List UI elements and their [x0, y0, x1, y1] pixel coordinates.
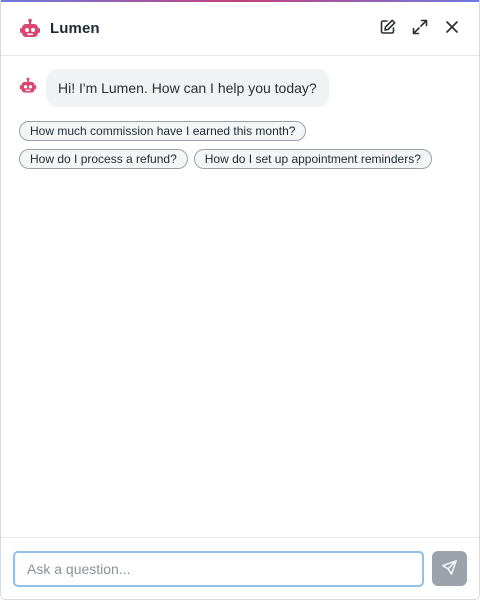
header-actions [379, 18, 461, 39]
suggestion-chip[interactable]: How much commission have I earned this m… [19, 121, 307, 141]
suggestion-list: How much commission have I earned this m… [19, 121, 461, 169]
send-button[interactable] [432, 551, 467, 586]
close-icon [443, 18, 461, 39]
close-button[interactable] [443, 20, 461, 38]
send-icon [441, 559, 458, 579]
message-bubble: Hi! I'm Lumen. How can I help you today? [46, 69, 329, 107]
expand-button[interactable] [411, 18, 429, 39]
suggestion-chip[interactable]: How do I set up appointment reminders? [193, 149, 432, 169]
composer [1, 537, 479, 599]
robot-icon [19, 18, 41, 40]
question-input[interactable] [13, 550, 424, 587]
chat-window: Lumen Hi! I'm Lumen. How can I help you … [0, 0, 480, 600]
message-list: Hi! I'm Lumen. How can I help you today?… [1, 57, 479, 537]
bot-message: Hi! I'm Lumen. How can I help you today? [19, 69, 461, 107]
chat-title: Lumen [50, 20, 100, 37]
edit-icon [379, 18, 397, 39]
new-chat-button[interactable] [379, 18, 397, 39]
suggestion-chip[interactable]: How do I process a refund? [19, 149, 188, 169]
robot-icon [19, 77, 39, 97]
chat-header: Lumen [1, 2, 479, 56]
expand-icon [411, 18, 429, 39]
